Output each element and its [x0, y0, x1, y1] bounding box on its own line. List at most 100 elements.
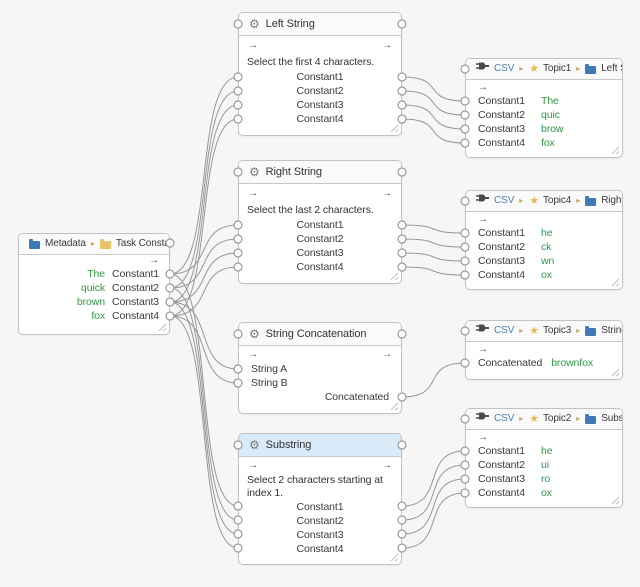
node-body: → → Select the first 4 characters. Consta… [239, 36, 401, 126]
node-csv-topic2[interactable]: CSV ▸ ★ Topic2 ▸ Substri... → Constant1 h… [465, 408, 623, 508]
crumb-topic[interactable]: Topic3 [543, 321, 571, 341]
resize-grip[interactable] [158, 323, 166, 331]
constant-label: Constant2 [478, 241, 525, 253]
constant-label: Constant4 [296, 113, 344, 125]
node-csv-topic1[interactable]: CSV ▸ ★ Topic1 ▸ Left St... → Constant1 T… [465, 58, 623, 158]
wire[interactable] [169, 301, 239, 370]
flow-arrow-icon: → [248, 460, 258, 471]
input-row: String A [239, 362, 401, 376]
wire[interactable] [401, 266, 466, 276]
wire[interactable] [169, 287, 239, 521]
folder-icon [585, 326, 597, 336]
wire[interactable] [169, 301, 239, 535]
node-csv-topic4[interactable]: CSV ▸ ★ Topic4 ▸ Right... → Constant1 he … [465, 190, 623, 290]
constant-value: quic [541, 109, 560, 121]
crumb-csv[interactable]: CSV [494, 321, 514, 341]
node-header[interactable]: ⚙ Left String [239, 13, 401, 36]
flow-arrow-icon: → [248, 40, 258, 51]
wire[interactable] [169, 76, 239, 275]
crumb-metadata[interactable]: Metadata [45, 234, 86, 254]
node-string-concatenation[interactable]: ⚙ String Concatenation → → String A Strin… [238, 322, 402, 414]
wire[interactable] [401, 464, 466, 521]
constant-label: Constant2 [296, 85, 344, 97]
crumb-topic[interactable]: Topic1 [543, 59, 571, 79]
wire[interactable] [401, 76, 466, 102]
wire[interactable] [169, 315, 239, 384]
constant-row: Constant3 [239, 528, 401, 542]
node-csv-topic3[interactable]: CSV ▸ ★ Topic3 ▸ String... → Concatenate… [465, 320, 623, 380]
breadcrumb-separator-icon: ▸ [519, 414, 524, 423]
flow-row: → [466, 344, 622, 356]
crumb-dataset[interactable]: Substri... [601, 409, 622, 429]
wire[interactable] [169, 224, 239, 275]
constant-label: Constant1 [112, 268, 159, 280]
crumb-csv[interactable]: CSV [494, 409, 514, 429]
wire[interactable] [169, 266, 239, 317]
node-title: String Concatenation [265, 328, 367, 340]
constant-row: Constant2 [239, 514, 401, 528]
crumb-dataset[interactable]: Right... [601, 191, 622, 211]
wire[interactable] [401, 224, 466, 234]
crumb-task-constants[interactable]: Task Constants [116, 234, 169, 254]
node-header[interactable]: CSV ▸ ★ Topic2 ▸ Substri... [466, 409, 622, 430]
breadcrumb-separator-icon: ▸ [576, 196, 581, 205]
wire[interactable] [401, 362, 466, 398]
node-header[interactable]: ⚙ Right String [239, 161, 401, 184]
star-icon: ★ [529, 63, 539, 75]
wire[interactable] [401, 118, 466, 144]
flow-arrow-icon: → [382, 349, 392, 360]
crumb-csv[interactable]: CSV [494, 59, 514, 79]
crumb-dataset[interactable]: Left St... [601, 59, 622, 79]
wire[interactable] [169, 315, 239, 549]
breadcrumb-separator-icon: ▸ [576, 326, 581, 335]
constant-label: Constant1 [296, 219, 344, 231]
wire[interactable] [401, 252, 466, 262]
node-body: → Constant1 he Constant2 ck Constant3 wn Co… [466, 212, 622, 282]
node-header[interactable]: CSV ▸ ★ Topic4 ▸ Right... [466, 191, 622, 212]
constant-row: Constant3 ro [466, 472, 622, 486]
wire[interactable] [401, 90, 466, 116]
node-header[interactable]: ⚙ String Concatenation [239, 323, 401, 346]
crumb-csv[interactable]: CSV [494, 191, 514, 211]
flow-row: → [19, 255, 169, 267]
constant-label: Constant4 [112, 310, 159, 322]
node-header[interactable]: CSV ▸ ★ Topic1 ▸ Left St... [466, 59, 622, 80]
constant-label: Constant4 [478, 487, 525, 499]
crumb-topic[interactable]: Topic2 [543, 409, 571, 429]
node-right-string[interactable]: ⚙ Right String → → Select the last 2 char… [238, 160, 402, 284]
constant-row: Constant1 he [466, 444, 622, 458]
crumb-topic[interactable]: Topic4 [543, 191, 571, 211]
node-header[interactable]: ⚙ Substring [239, 434, 401, 457]
constant-value: he [541, 445, 553, 457]
flow-arrow-icon: → [248, 188, 258, 199]
wire[interactable] [169, 118, 239, 317]
node-header[interactable]: Metadata ▸ Task Constants [19, 234, 169, 255]
node-title: Substring [265, 439, 312, 451]
wire[interactable] [401, 450, 466, 507]
constant-row: Constant1 [239, 218, 401, 232]
wire[interactable] [169, 104, 239, 303]
output-label: Concatenated [324, 391, 389, 403]
flow-row: → [466, 214, 622, 226]
node-title: Right String [265, 166, 322, 178]
constant-value: ui [541, 459, 549, 471]
constant-value: ox [541, 487, 552, 499]
node-task-constants[interactable]: Metadata ▸ Task Constants → The Constant1… [18, 233, 170, 335]
crumb-dataset[interactable]: String... [601, 321, 622, 341]
wire[interactable] [401, 238, 466, 248]
wire[interactable] [169, 90, 239, 289]
node-left-string[interactable]: ⚙ Left String → → Select the first 4 char… [238, 12, 402, 136]
node-substring[interactable]: ⚙ Substring → → Select 2 characters start… [238, 433, 402, 565]
node-body: → → Select 2 characters starting at index… [239, 457, 401, 556]
wire[interactable] [401, 492, 466, 549]
wire[interactable] [401, 104, 466, 130]
wire[interactable] [169, 238, 239, 289]
gear-icon: ⚙ [249, 17, 260, 31]
constant-row: Constant4 [239, 542, 401, 556]
flow-row: → → [239, 348, 401, 362]
node-header[interactable]: CSV ▸ ★ Topic3 ▸ String... [466, 321, 622, 342]
node-title: Left String [265, 18, 315, 30]
wire[interactable] [169, 252, 239, 303]
wire[interactable] [401, 478, 466, 535]
wire[interactable] [169, 273, 239, 507]
